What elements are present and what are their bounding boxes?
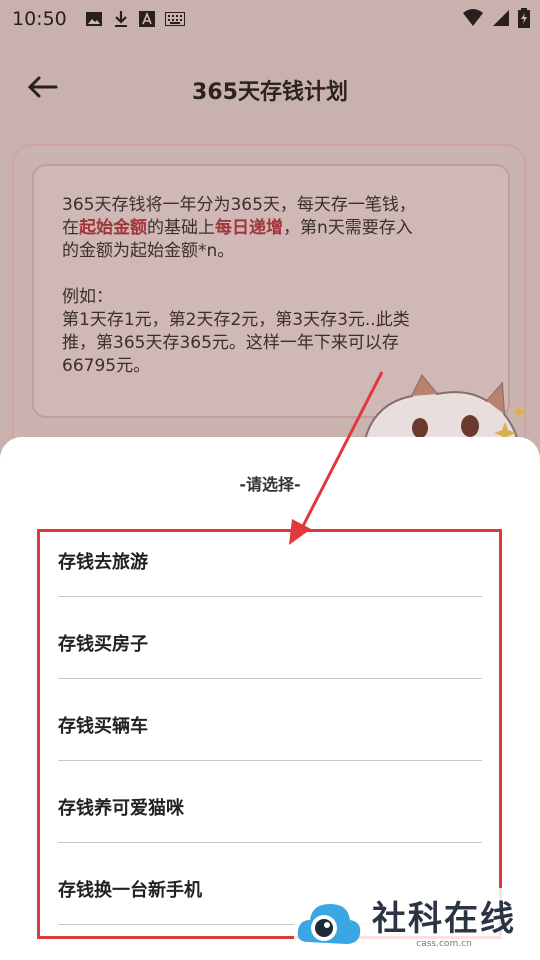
example-line-2: 推，第365天存365元。这样一年下来可以存	[62, 333, 399, 353]
option-list: 存钱去旅游 存钱买房子 存钱买辆车 存钱养可爱猫咪 存钱换一台新手机	[58, 529, 482, 925]
image-icon	[85, 12, 102, 26]
description-line-1: 365天存钱将一年分为365天，每天存一笔钱，	[62, 195, 416, 215]
option-buy-house[interactable]: 存钱买房子	[58, 597, 482, 679]
watermark: 社科在线 cass.com.cn	[294, 888, 540, 960]
app-header: 365天存钱计划	[0, 60, 540, 120]
status-system-icons	[462, 8, 530, 28]
status-bar: 10:50	[0, 0, 540, 38]
highlight-daily-increase: 每日递增	[215, 218, 283, 238]
option-travel[interactable]: 存钱去旅游	[58, 529, 482, 597]
cloud-logo-icon	[297, 904, 361, 944]
font-icon	[138, 11, 155, 27]
option-raise-cat[interactable]: 存钱养可爱猫咪	[58, 761, 482, 843]
sheet-title: -请选择-	[239, 475, 301, 494]
signal-icon	[493, 10, 509, 26]
status-time: 10:50	[12, 8, 67, 30]
status-notification-icons	[85, 10, 185, 28]
watermark-name: 社科在线	[372, 899, 516, 939]
wifi-icon	[463, 9, 483, 26]
example-line-1: 第1天存1元，第2天存2元，第3天存3元..此类	[62, 310, 410, 330]
download-icon	[114, 11, 127, 27]
description-suffix: ，第n天需要存入	[283, 218, 413, 238]
example-label: 例如：	[62, 287, 113, 307]
highlight-start-amount: 起始金额	[79, 218, 147, 238]
description-line-3: 的金额为起始金额*n。	[62, 241, 235, 261]
page-title: 365天存钱计划	[192, 80, 348, 105]
info-card: 365天存钱将一年分为365天，每天存一笔钱， 在起始金额的基础上每日递增，第n…	[12, 144, 526, 466]
watermark-url: cass.com.cn	[416, 939, 472, 949]
keyboard-icon	[164, 12, 185, 26]
description-mid: 的基础上	[147, 218, 215, 238]
battery-icon	[518, 8, 530, 28]
description-prefix: 在	[62, 218, 79, 238]
selection-bottom-sheet: -请选择- 存钱去旅游 存钱买房子 存钱买辆车 存钱养可爱猫咪 存钱换一台新手机	[0, 437, 540, 960]
watermark-text: 社科在线 cass.com.cn	[372, 899, 516, 949]
option-buy-car[interactable]: 存钱买辆车	[58, 679, 482, 761]
description-line-2: 在起始金额的基础上每日递增，第n天需要存入	[62, 217, 486, 240]
